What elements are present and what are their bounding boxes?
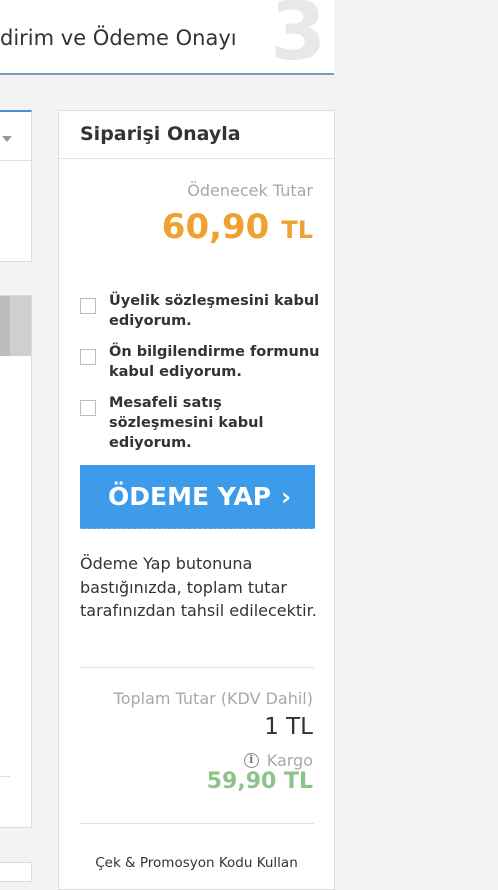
info-icon[interactable]: i (243, 753, 259, 768)
divider (59, 158, 334, 159)
agreement-label: Üyelik sözleşmesini kabul ediyorum. (109, 293, 320, 329)
step-title: dirim ve Ödeme Onayı (0, 26, 237, 50)
step-header: dirim ve Ödeme Onayı 3 (0, 0, 334, 75)
agreement-label: Ön bilgilendirme formunu kabul ediyorum. (109, 344, 320, 380)
cargo-label: Kargo (266, 751, 313, 770)
left-panel-middle (0, 295, 32, 828)
pay-button-label: ÖDEME YAP (108, 482, 272, 511)
pay-info-text: Ödeme Yap butonuna bastığınızda, toplam … (80, 554, 317, 620)
payable-currency: TL (281, 216, 313, 244)
checkbox[interactable] (80, 400, 96, 416)
card-title: Siparişi Onayla (80, 123, 241, 145)
payable-amount-value: 60,90 (161, 207, 270, 247)
promo-code-link[interactable]: Çek & Promosyon Kodu Kullan (59, 855, 334, 871)
divider (0, 776, 10, 777)
payable-label: Ödenecek Tutar (187, 181, 313, 200)
left-panel-bottom (0, 862, 32, 882)
order-summary-card: Siparişi Onayla Ödenecek Tutar 60,90 TL Ü… (58, 110, 335, 890)
left-panel-top (0, 110, 32, 262)
payable-amount: 60,90 TL (162, 207, 313, 247)
divider (80, 667, 314, 668)
divider (0, 160, 31, 161)
pay-button[interactable]: ÖDEME YAP › (80, 465, 315, 529)
cargo-row: i Kargo (243, 751, 313, 770)
total-label: Toplam Tutar (KDV Dahil) (113, 689, 313, 708)
checkbox[interactable] (80, 298, 96, 314)
divider (80, 823, 314, 824)
checkbox[interactable] (80, 349, 96, 365)
left-gray-notch (0, 296, 10, 356)
total-value: 1 TL (264, 714, 313, 740)
step-number: 3 (270, 0, 326, 75)
chevron-right-icon: › (281, 483, 292, 511)
chevron-down-icon[interactable] (2, 136, 12, 142)
cargo-value: 59,90 TL (206, 769, 313, 794)
agreement-label: Mesafeli satış sözleşmesini kabul ediyor… (109, 395, 264, 451)
